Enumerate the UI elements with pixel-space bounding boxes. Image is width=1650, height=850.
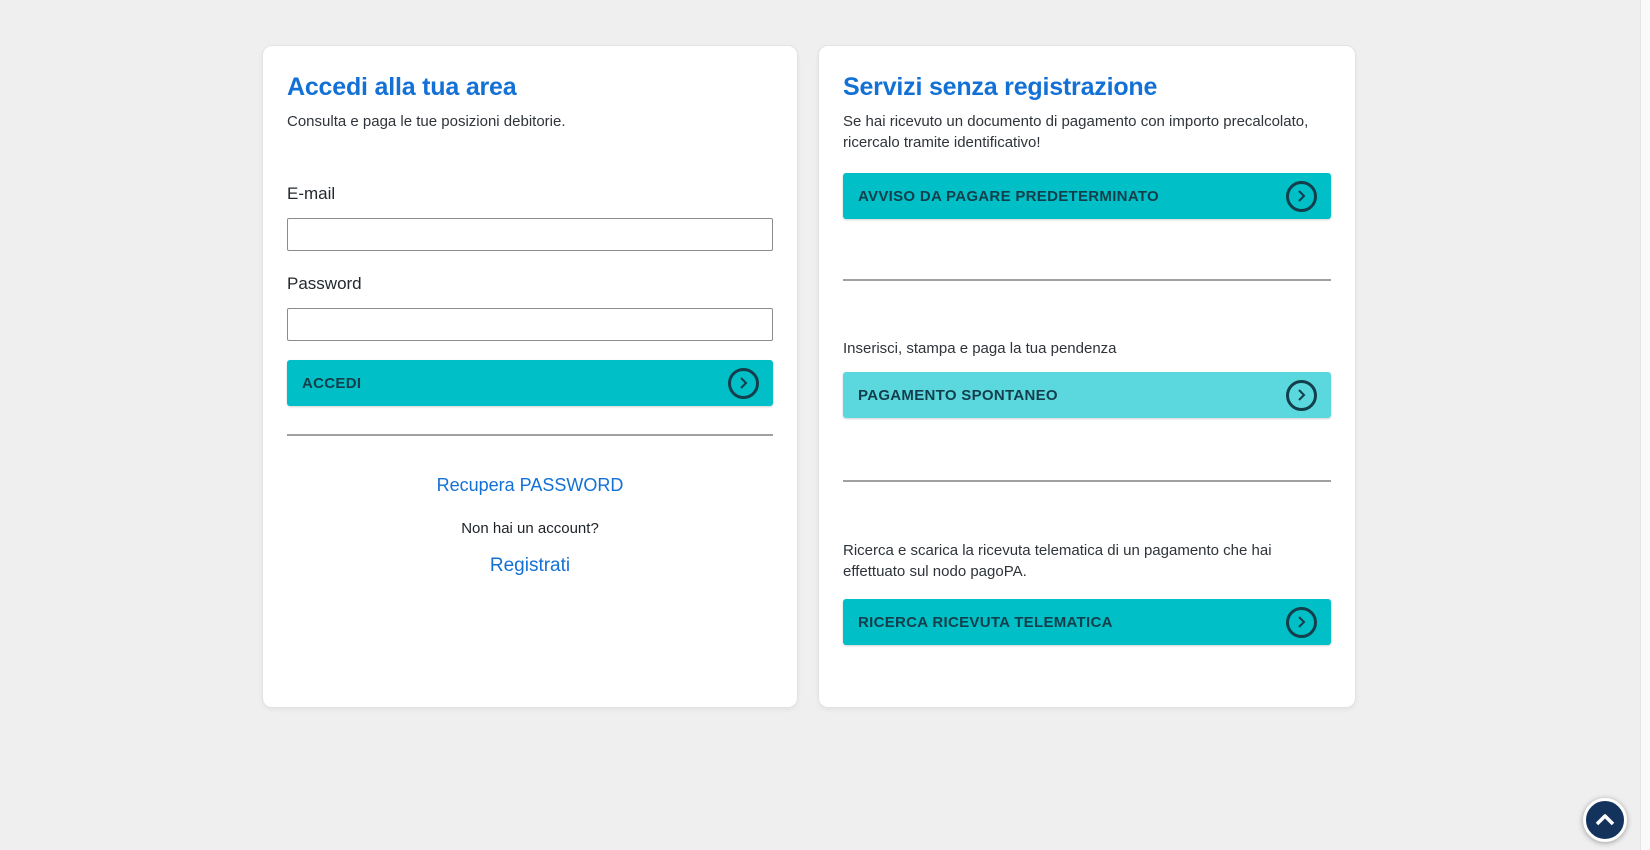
services-card-title: Servizi senza registrazione [843, 73, 1331, 101]
accedi-button-label: ACCEDI [302, 375, 361, 392]
chevron-up-icon [1595, 814, 1615, 826]
register-link[interactable]: Registrati [490, 555, 570, 577]
spontaneo-section-text: Inserisci, stampa e paga la tua pendenza [843, 338, 1331, 359]
services-divider [843, 480, 1331, 482]
avviso-button-label: AVVISO DA PAGARE PREDETERMINATO [858, 188, 1159, 205]
password-label: Password [287, 273, 773, 295]
spontaneo-button-label: PAGAMENTO SPONTANEO [858, 387, 1058, 404]
recover-password-link[interactable]: Recupera PASSWORD [437, 475, 624, 496]
ricevuta-button-label: RICERCA RICEVUTA TELEMATICA [858, 614, 1113, 631]
chevron-right-circle-icon [1286, 181, 1317, 212]
avviso-predeterminato-button[interactable]: AVVISO DA PAGARE PREDETERMINATO [843, 173, 1331, 219]
pagamento-spontaneo-button[interactable]: PAGAMENTO SPONTANEO [843, 372, 1331, 418]
login-card-title: Accedi alla tua area [287, 73, 773, 101]
scrollbar-track[interactable] [1640, 0, 1650, 850]
password-input[interactable] [287, 308, 773, 341]
accedi-button[interactable]: ACCEDI [287, 360, 773, 406]
page-background: Accedi alla tua area Consulta e paga le … [0, 0, 1650, 850]
ricevuta-section-text: Ricerca e scarica la ricevuta telematica… [843, 540, 1331, 582]
no-account-text: Non hai un account? [287, 520, 773, 537]
chevron-right-circle-icon [1286, 380, 1317, 411]
email-label: E-mail [287, 183, 773, 205]
login-links: Recupera PASSWORD Non hai un account? Re… [287, 436, 773, 577]
ricerca-ricevuta-button[interactable]: RICERCA RICEVUTA TELEMATICA [843, 599, 1331, 645]
email-input[interactable] [287, 218, 773, 251]
avviso-section-text: Se hai ricevuto un documento di pagament… [843, 111, 1331, 153]
services-card: Servizi senza registrazione Se hai ricev… [818, 45, 1356, 708]
scroll-to-top-button[interactable] [1583, 798, 1627, 842]
login-card: Accedi alla tua area Consulta e paga le … [262, 45, 798, 708]
chevron-right-circle-icon [1286, 607, 1317, 638]
chevron-right-circle-icon [728, 368, 759, 399]
services-divider [843, 279, 1331, 281]
login-card-subtitle: Consulta e paga le tue posizioni debitor… [287, 111, 773, 132]
